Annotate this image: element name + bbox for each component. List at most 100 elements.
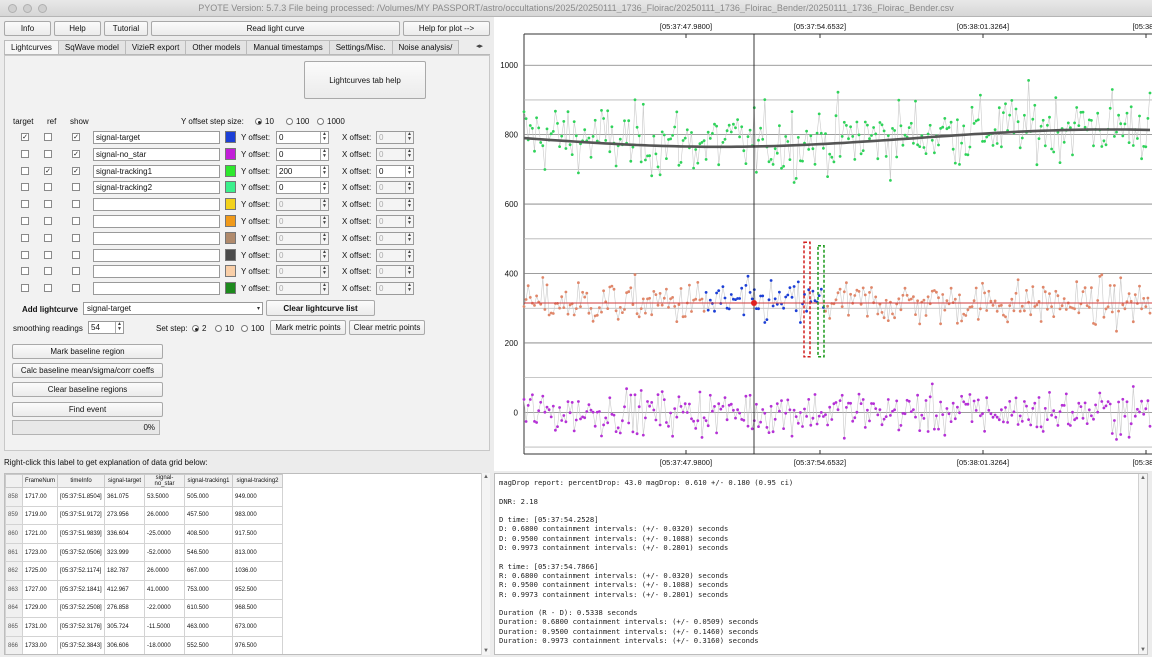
spin-arrows-icon[interactable]: ▲ ▼: [405, 182, 413, 194]
row-header[interactable]: 859: [5, 505, 23, 526]
help-for-plot-button[interactable]: Help for plot -->: [403, 21, 490, 36]
color-swatch[interactable]: [225, 231, 236, 244]
target-checkbox[interactable]: [21, 149, 29, 158]
target-checkbox[interactable]: [21, 166, 29, 175]
scroll-down-icon[interactable]: ▼: [483, 648, 489, 654]
grid-cell[interactable]: 949.000: [232, 487, 284, 507]
grid-cell[interactable]: 276.858: [104, 598, 146, 619]
target-checkbox[interactable]: [21, 233, 29, 242]
tab-6[interactable]: Noise analysis/: [391, 40, 460, 54]
add-lightcurve-select[interactable]: signal-target ▾: [83, 302, 263, 315]
ref-checkbox[interactable]: ✓: [44, 166, 52, 175]
clear-metric-points-button[interactable]: Clear metric points: [349, 320, 425, 335]
row-header[interactable]: 866: [5, 635, 23, 654]
grid-cell[interactable]: 1717.00: [21, 487, 59, 507]
spin-arrows-icon[interactable]: ▲ ▼: [405, 199, 413, 211]
target-checkbox[interactable]: [21, 200, 29, 209]
tab-5[interactable]: Settings/Misc.: [328, 40, 393, 54]
clear-baseline-regions-button[interactable]: Clear baseline regions: [12, 382, 163, 397]
show-checkbox[interactable]: [72, 233, 80, 242]
spin-arrows-icon[interactable]: ▲ ▼: [405, 249, 413, 261]
grid-column-header[interactable]: signal-target: [104, 474, 146, 488]
target-checkbox[interactable]: [21, 267, 29, 276]
show-checkbox[interactable]: [72, 267, 80, 276]
spin-arrows-icon[interactable]: ▲ ▼: [320, 216, 328, 227]
spin-arrows-icon[interactable]: ▲ ▼: [320, 232, 328, 244]
show-checkbox[interactable]: ✓: [72, 133, 80, 141]
grid-cell[interactable]: [05:37:52.2508]: [57, 598, 106, 619]
color-swatch[interactable]: [225, 131, 236, 143]
show-checkbox[interactable]: [72, 250, 80, 259]
ref-checkbox[interactable]: [44, 267, 52, 276]
lightcurve-name-field[interactable]: [93, 265, 220, 279]
grid-cell[interactable]: 323.999: [104, 542, 146, 563]
grid-cell[interactable]: 1036.00: [232, 561, 284, 581]
set-step-radio-10[interactable]: [215, 325, 222, 332]
grid-cell[interactable]: [05:37:51.9172]: [57, 505, 106, 526]
grid-cell[interactable]: 976.500: [232, 635, 284, 654]
spin-arrows-icon[interactable]: ▲ ▼: [405, 216, 413, 227]
color-swatch[interactable]: [225, 215, 236, 227]
target-checkbox[interactable]: [21, 250, 29, 259]
data-grid[interactable]: FrameNum timeInfo signal-target signal-no_s…: [4, 473, 490, 655]
grid-cell[interactable]: -11.5000: [144, 617, 186, 637]
grid-cell[interactable]: 412.967: [104, 579, 146, 600]
lightcurve-name-field[interactable]: signal-tracking1: [93, 164, 220, 178]
show-checkbox[interactable]: ✓: [72, 166, 80, 175]
spin-arrows-icon[interactable]: ▲ ▼: [320, 266, 328, 278]
show-checkbox[interactable]: [72, 200, 80, 209]
color-swatch[interactable]: [225, 181, 236, 194]
color-swatch[interactable]: [225, 265, 236, 278]
help-button[interactable]: Help: [54, 21, 101, 36]
spin-arrows-icon[interactable]: ▲ ▼: [320, 283, 328, 295]
grid-cell[interactable]: -22.0000: [144, 598, 186, 619]
x-offset-spinbox[interactable]: 0 ▲ ▼: [376, 231, 414, 245]
x-offset-spinbox[interactable]: 0 ▲ ▼: [376, 131, 414, 144]
grid-cell[interactable]: 546.500: [184, 542, 234, 563]
ref-checkbox[interactable]: [44, 250, 52, 259]
lightcurve-name-field[interactable]: [93, 215, 220, 228]
target-checkbox[interactable]: [21, 183, 29, 192]
lightcurve-name-field[interactable]: [93, 248, 220, 262]
spin-arrows-icon[interactable]: ▲ ▼: [320, 249, 328, 261]
grid-cell[interactable]: [05:37:51.8504]: [57, 487, 106, 507]
target-checkbox[interactable]: [21, 284, 29, 293]
grid-cell[interactable]: [05:37:52.1841]: [57, 579, 106, 600]
grid-cell[interactable]: 813.000: [232, 542, 284, 563]
table-row[interactable]: 858 1717.00 [05:37:51.8504] 361.075 53.5000 5…: [5, 487, 284, 507]
x-offset-spinbox[interactable]: 0 ▲ ▼: [376, 198, 414, 212]
spin-arrows-icon[interactable]: ▲ ▼: [405, 132, 413, 143]
color-swatch[interactable]: [225, 248, 236, 261]
tutorial-button[interactable]: Tutorial: [104, 21, 148, 36]
y-offset-spinbox[interactable]: 0 ▲ ▼: [276, 231, 329, 245]
show-checkbox[interactable]: ✓: [72, 149, 80, 158]
grid-cell[interactable]: 552.500: [184, 635, 234, 654]
grid-cell[interactable]: [05:37:52.0506]: [57, 542, 106, 563]
grid-cell[interactable]: 1723.00: [21, 542, 59, 563]
row-header[interactable]: 862: [5, 561, 23, 581]
grid-cell[interactable]: 753.000: [184, 579, 234, 600]
row-header[interactable]: 863: [5, 579, 23, 600]
y-offset-spinbox[interactable]: 0 ▲ ▼: [276, 147, 329, 161]
data-grid-label[interactable]: Right-click this label to get explanatio…: [4, 458, 208, 467]
show-checkbox[interactable]: [72, 217, 80, 225]
grid-cell[interactable]: 408.500: [184, 524, 234, 544]
x-offset-spinbox[interactable]: 0 ▲ ▼: [376, 282, 414, 296]
table-row[interactable]: 864 1729.00 [05:37:52.2508] 276.858 -22.0000…: [5, 598, 284, 619]
scroll-up-icon[interactable]: ▲: [483, 474, 489, 480]
target-checkbox[interactable]: [21, 217, 29, 225]
y-offset-spinbox[interactable]: 0 ▲ ▼: [276, 131, 329, 144]
row-header[interactable]: 858: [5, 487, 23, 507]
grid-cell[interactable]: 1725.00: [21, 561, 59, 581]
table-row[interactable]: 863 1727.00 [05:37:52.1841] 412.967 41.0000 7…: [5, 579, 284, 600]
x-offset-spinbox[interactable]: 0 ▲ ▼: [376, 248, 414, 262]
tab-0[interactable]: Lightcurves: [4, 40, 59, 54]
grid-cell[interactable]: 26.0000: [144, 561, 186, 581]
step-radio-10[interactable]: [255, 118, 262, 125]
report-scrollbar[interactable]: ▲ ▼: [1138, 474, 1147, 654]
grid-column-header[interactable]: signal-no_star: [144, 474, 186, 488]
x-offset-spinbox[interactable]: 0 ▲ ▼: [376, 265, 414, 279]
grid-cell[interactable]: 983.000: [232, 505, 284, 526]
spin-arrows-icon[interactable]: ▲ ▼: [405, 266, 413, 278]
spin-arrows-icon[interactable]: ▲ ▼: [320, 165, 328, 177]
